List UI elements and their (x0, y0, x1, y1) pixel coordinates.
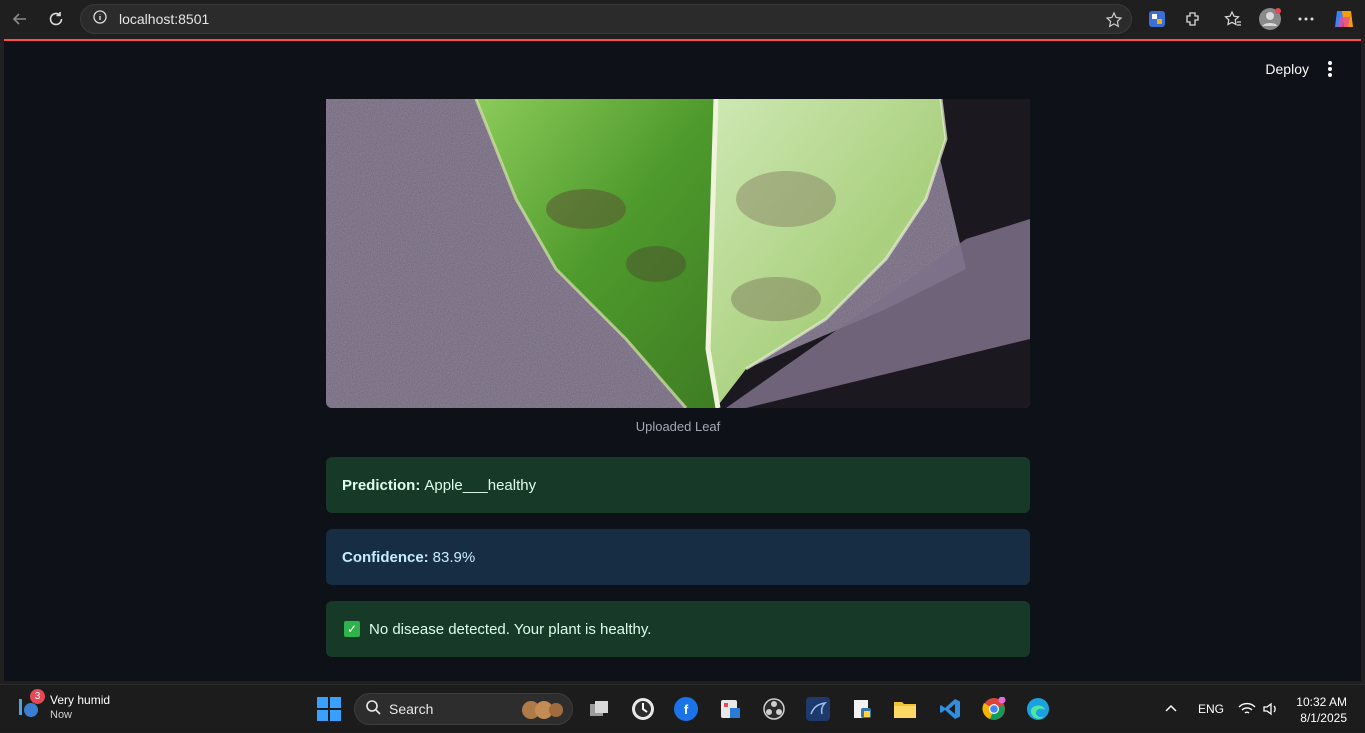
start-button[interactable] (317, 697, 341, 721)
extension-translate-icon[interactable] (1147, 9, 1167, 29)
snipping-tool-icon[interactable] (718, 697, 742, 721)
favorite-star-icon[interactable] (1105, 11, 1123, 34)
obs-icon[interactable] (762, 697, 786, 721)
info-icon[interactable] (93, 9, 107, 29)
task-view-icon[interactable] (587, 697, 611, 721)
address-bar[interactable]: localhost:8501 (80, 4, 1132, 34)
prediction-label: Prediction: (342, 476, 421, 494)
language-indicator[interactable]: ENG (1198, 685, 1224, 733)
favorites-icon[interactable] (1223, 9, 1243, 29)
app-main: Deploy Uploaded Leaf Prediction: Apple__… (4, 39, 1361, 681)
weather-icon: 3 (16, 689, 45, 719)
confidence-alert: Confidence: 83.9% (326, 529, 1030, 585)
main-menu-icon[interactable] (1323, 59, 1337, 79)
refresh-icon[interactable] (45, 8, 67, 30)
show-hidden-icons[interactable] (1163, 685, 1179, 733)
fedora-icon[interactable]: f (674, 697, 698, 721)
back-icon[interactable] (9, 8, 31, 30)
check-icon: ✓ (344, 621, 360, 637)
clock-time: 10:32 AM (1296, 695, 1347, 709)
wifi-icon[interactable] (1238, 685, 1256, 733)
search-label: Search (389, 701, 434, 717)
search-icon (365, 699, 381, 720)
vscode-icon[interactable] (938, 697, 962, 721)
confidence-value: 83.9% (432, 548, 476, 566)
clock-date: 8/1/2025 (1300, 711, 1347, 725)
status-alert: ✓ No disease detected. Your plant is hea… (326, 601, 1030, 657)
deploy-button[interactable]: Deploy (1265, 61, 1309, 77)
mysql-workbench-icon[interactable] (806, 697, 830, 721)
taskbar-search[interactable]: Search (354, 693, 573, 725)
search-highlight-icon (520, 699, 564, 726)
more-icon[interactable] (1296, 9, 1316, 29)
confidence-label: Confidence: (342, 548, 429, 566)
python-installer-icon[interactable] (850, 697, 874, 721)
copilot-icon[interactable] (1332, 7, 1356, 31)
extensions-icon[interactable] (1183, 9, 1203, 29)
uploaded-leaf-image (326, 99, 1030, 408)
profile-icon[interactable] (1258, 7, 1282, 31)
taskbar: 3 Very humid Now Search f ENG 10:32 AM 8… (0, 684, 1365, 732)
url-text: localhost:8501 (119, 11, 210, 27)
clock-app-icon[interactable] (631, 697, 655, 721)
weather-subtitle: Now (50, 709, 73, 721)
browser-toolbar: localhost:8501 (0, 0, 1365, 38)
chrome-icon[interactable] (982, 697, 1006, 721)
weather-title: Very humid (50, 693, 111, 707)
file-explorer-icon[interactable] (893, 697, 917, 721)
edge-icon[interactable] (1026, 697, 1050, 721)
prediction-alert: Prediction: Apple___healthy (326, 457, 1030, 513)
weather-badge: 3 (30, 689, 45, 704)
prediction-value: Apple___healthy (424, 476, 537, 494)
volume-icon[interactable] (1262, 685, 1280, 733)
status-message: No disease detected. Your plant is healt… (369, 620, 652, 638)
weather-widget[interactable]: 3 Very humid Now (16, 689, 111, 721)
image-caption: Uploaded Leaf (635, 419, 721, 434)
system-clock[interactable]: 10:32 AM 8/1/2025 (1296, 694, 1347, 726)
